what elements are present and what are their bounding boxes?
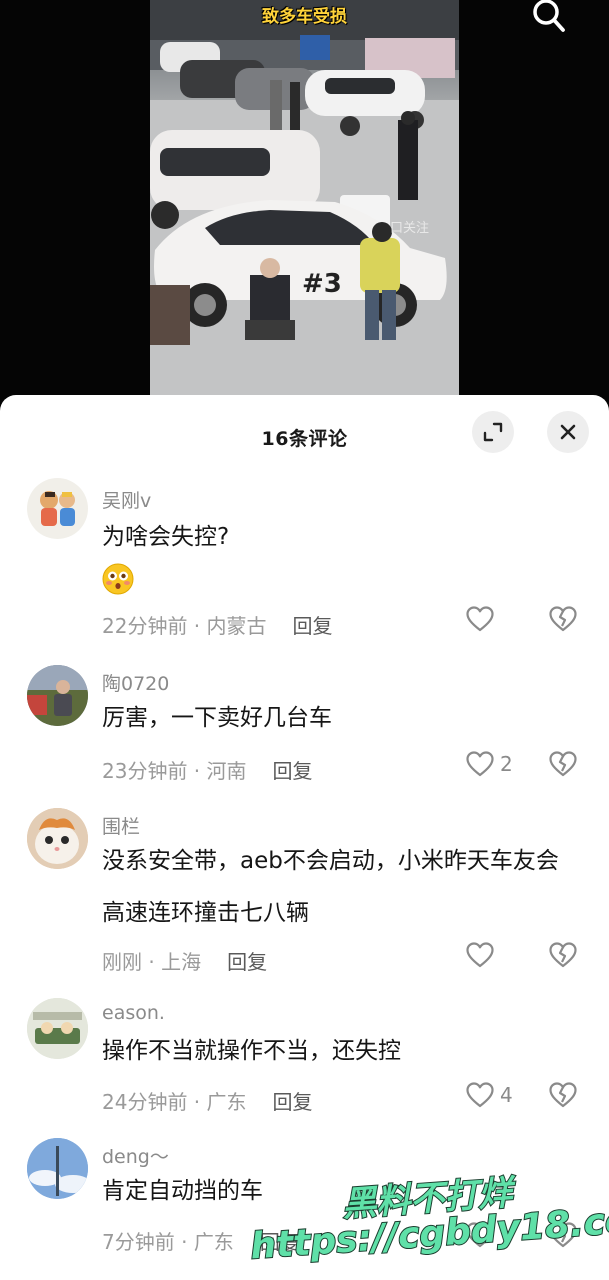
flushed-face-icon — [102, 563, 134, 595]
like-count: 4 — [500, 1083, 513, 1107]
search-icon — [533, 0, 565, 32]
expand-button[interactable] — [472, 411, 514, 453]
comment-item: 吴刚v 为啥会失控? 22分钟前 · 内蒙古 回复 — [0, 478, 609, 653]
heart-icon — [466, 606, 494, 632]
comment-item: eason. 操作不当就操作不当，还失控 24分钟前 · 广东 回复 4 — [0, 998, 609, 1118]
broken-heart-icon — [549, 606, 577, 632]
comment-time: 24分钟前 — [102, 1090, 188, 1114]
heart-icon — [466, 751, 494, 777]
broken-heart-icon — [549, 942, 577, 968]
reply-button[interactable]: 回复 — [293, 614, 333, 638]
reply-button[interactable]: 回复 — [273, 1090, 313, 1114]
comment-time: 23分钟前 — [102, 759, 188, 783]
comment-item: 陶0720 厉害，一下卖好几台车 23分钟前 · 河南 回复 2 — [0, 665, 609, 785]
like-button[interactable] — [466, 606, 494, 632]
like-button[interactable]: 4 — [466, 1082, 513, 1108]
video-caption-line2: 致多车受损 — [262, 7, 347, 27]
comment-item: 围栏 没系安全带，aeb不会启动，小米昨天车友会高速连环撞击七八辆 刚刚 · 上… — [0, 808, 609, 983]
avatar[interactable] — [27, 998, 88, 1059]
broken-heart-icon — [549, 751, 577, 777]
reply-button[interactable]: 回复 — [227, 950, 267, 974]
like-button[interactable] — [466, 942, 494, 968]
comment-text: 操作不当就操作不当，还失控 — [102, 1038, 401, 1064]
car-number-label: #3 — [302, 269, 342, 299]
avatar[interactable] — [27, 808, 88, 869]
comment-location: 广东 — [193, 1230, 234, 1254]
meta-separator: · — [187, 1090, 207, 1114]
close-button[interactable] — [547, 411, 589, 453]
comment-location: 上海 — [161, 950, 202, 974]
like-button[interactable]: 2 — [466, 751, 513, 777]
avatar[interactable] — [27, 478, 88, 539]
comments-header: 16条评论 — [0, 395, 609, 475]
comment-location: 内蒙古 — [206, 614, 267, 638]
like-count: 2 — [500, 752, 513, 776]
comment-text: 没系安全带，aeb不会启动，小米昨天车友会高速连环撞击七八辆 — [102, 848, 559, 926]
meta-separator: · — [187, 759, 207, 783]
comment-location: 河南 — [206, 759, 247, 783]
comment-meta: 23分钟前 · 河南 回复 — [102, 755, 313, 784]
meta-separator: · — [142, 950, 162, 974]
reply-button[interactable]: 回复 — [273, 759, 313, 783]
broken-heart-icon — [549, 1082, 577, 1108]
video-caption: 致多车受损 — [150, 0, 459, 28]
comments-sheet: 16条评论 吴刚v 为啥会失控? 22分钟前 · 内蒙古 回复 陶0720 厉害… — [0, 395, 609, 1280]
video-watermark: 口关注 — [390, 221, 429, 236]
dislike-button[interactable] — [549, 606, 577, 636]
comment-text: 为啥会失控? — [102, 524, 230, 550]
comment-meta: 刚刚 · 上海 回复 — [102, 946, 267, 975]
dislike-button[interactable] — [549, 751, 577, 781]
comment-time: 7分钟前 — [102, 1230, 175, 1254]
close-icon — [560, 424, 576, 440]
video-frame[interactable]: #3 口关注 致多车受损 — [150, 0, 459, 395]
avatar[interactable] — [27, 665, 88, 726]
comment-time: 刚刚 — [102, 950, 142, 974]
video-player[interactable]: #3 口关注 致多车受损 — [0, 0, 609, 420]
comments-count-title: 16条评论 — [261, 428, 348, 450]
meta-separator: · — [174, 1230, 194, 1254]
comment-time: 22分钟前 — [102, 614, 188, 638]
heart-icon — [466, 942, 494, 968]
dislike-button[interactable] — [549, 1082, 577, 1112]
heart-icon — [466, 1082, 494, 1108]
video-still: #3 口关注 — [150, 0, 459, 395]
comment-username[interactable]: eason. — [102, 1002, 165, 1024]
comment-username[interactable]: 吴刚v — [102, 486, 151, 513]
dislike-button[interactable] — [549, 942, 577, 972]
comment-location: 广东 — [206, 1090, 247, 1114]
avatar[interactable] — [27, 1138, 88, 1199]
comment-meta: 22分钟前 · 内蒙古 回复 — [102, 610, 333, 639]
search-button[interactable] — [529, 0, 569, 36]
meta-separator: · — [187, 614, 207, 638]
expand-icon — [483, 422, 503, 442]
comment-meta: 24分钟前 · 广东 回复 — [102, 1086, 313, 1115]
comment-text: 厉害，一下卖好几台车 — [102, 705, 332, 731]
